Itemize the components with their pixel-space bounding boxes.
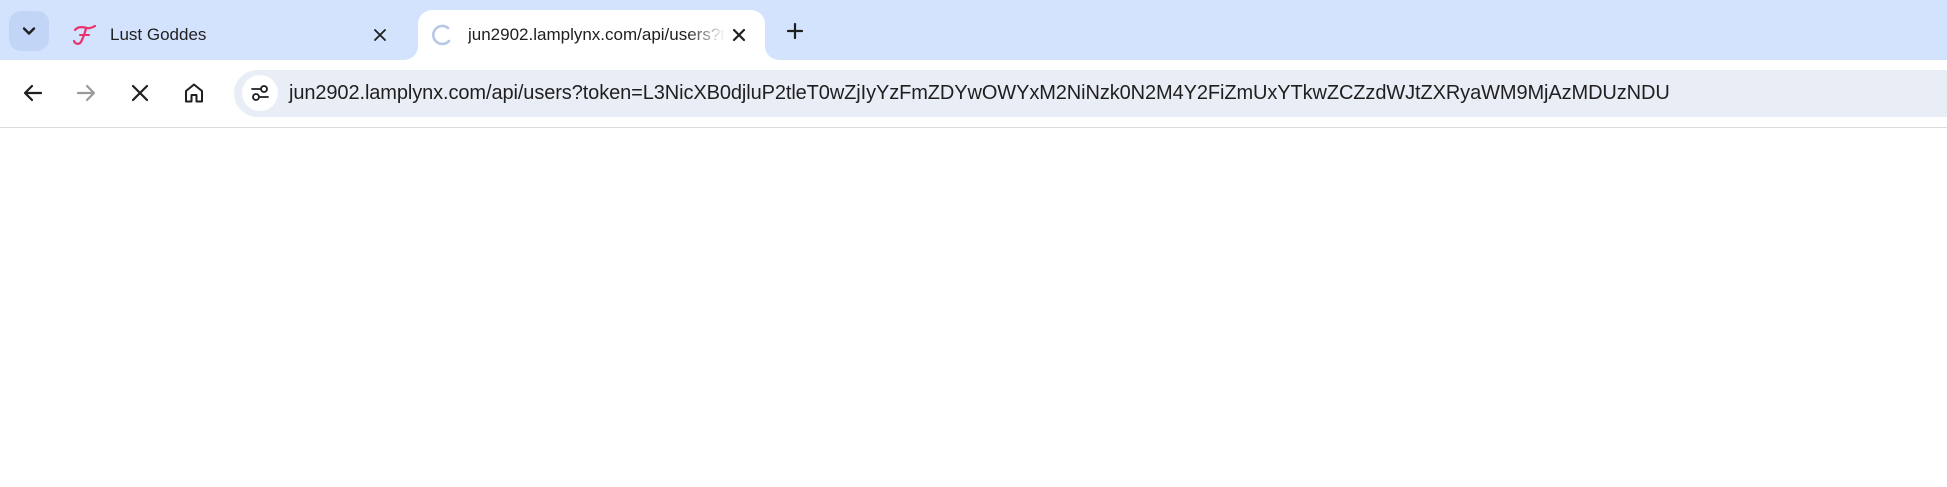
tab-strip: Lust Goddes jun2902.lamplynx.com/api/use…	[0, 0, 1947, 60]
stop-button[interactable]	[121, 74, 159, 112]
tab-title: Lust Goddes	[110, 25, 207, 44]
home-icon	[185, 83, 203, 103]
page-content	[0, 129, 1947, 487]
loading-spinner-icon	[428, 21, 456, 49]
tab-close-button[interactable]	[725, 21, 753, 49]
back-button[interactable]	[14, 74, 52, 112]
address-bar[interactable]: jun2902.lamplynx.com/api/users?token=L3N…	[234, 70, 1947, 117]
forward-button[interactable]	[67, 74, 105, 112]
arrow-right-icon	[76, 84, 96, 102]
close-icon	[732, 28, 746, 42]
navigation-toolbar: jun2902.lamplynx.com/api/users?token=L3N…	[0, 60, 1947, 128]
close-icon	[131, 84, 149, 102]
arrow-left-icon	[23, 84, 43, 102]
tune-icon	[251, 85, 269, 101]
tab-close-button[interactable]	[366, 21, 394, 49]
new-tab-button[interactable]	[778, 14, 812, 48]
url-text[interactable]: jun2902.lamplynx.com/api/users?token=L3N…	[289, 70, 1670, 117]
site-info-button[interactable]	[242, 75, 278, 111]
chevron-down-icon	[22, 27, 36, 35]
tab-search-button[interactable]	[9, 11, 49, 51]
close-icon	[374, 29, 386, 41]
tab-title: jun2902.lamplynx.com/api/users?token=L3N…	[468, 25, 725, 44]
tab-active-page[interactable]: jun2902.lamplynx.com/api/users?token=L3N…	[418, 10, 765, 60]
tab-lust-goddes[interactable]: Lust Goddes	[56, 10, 406, 60]
home-button[interactable]	[175, 74, 213, 112]
lust-goddess-logo-icon	[70, 21, 98, 49]
plus-icon	[786, 22, 804, 40]
